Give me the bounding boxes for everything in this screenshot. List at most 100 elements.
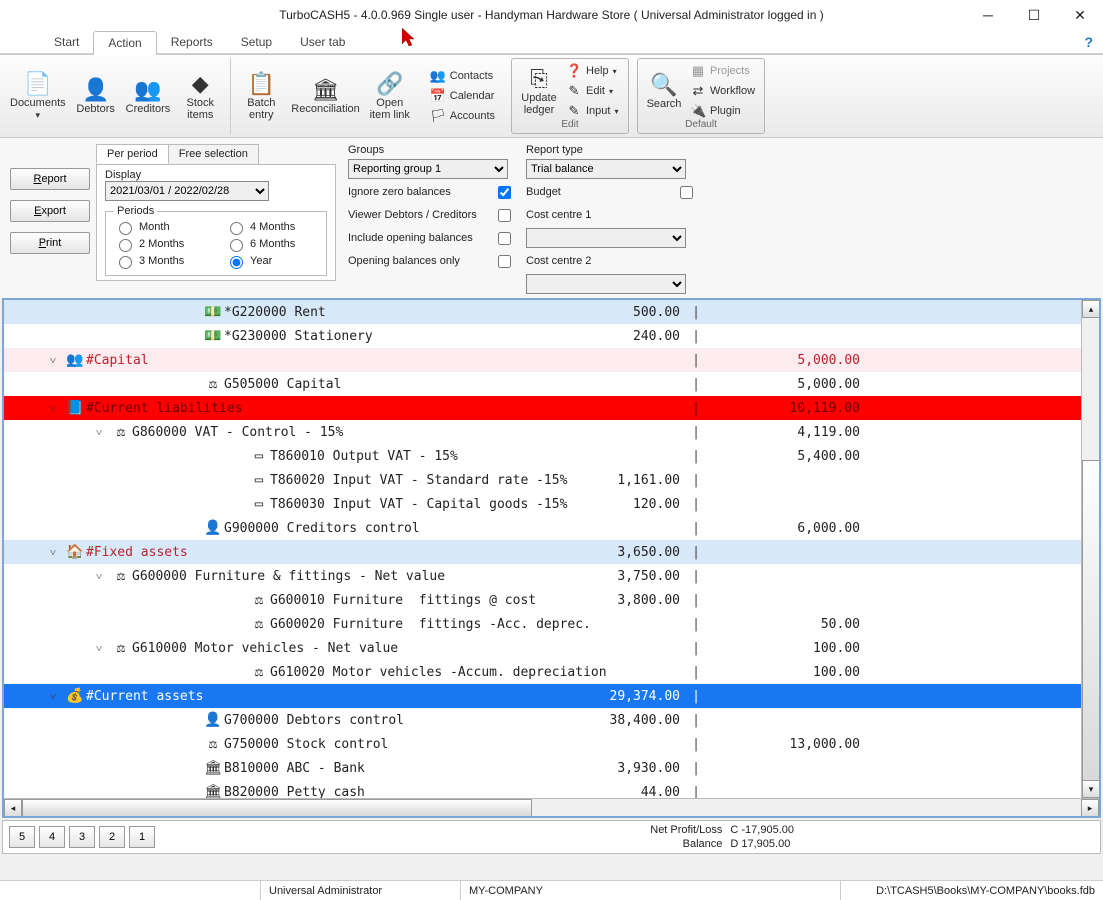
account-label: G600010 Furniture fittings @ cost: [270, 593, 536, 608]
table-row[interactable]: 👤G900000 Creditors control|6,000.00: [4, 516, 1099, 540]
table-row[interactable]: 🏛B810000 ABC - Bank3,930.00|: [4, 756, 1099, 780]
contacts-button[interactable]: 👥Contacts: [426, 66, 499, 86]
search-button[interactable]: 🔍Search: [642, 61, 686, 121]
calendar-button[interactable]: 📅Calendar: [426, 86, 499, 106]
period-3months[interactable]: 3 Months: [114, 253, 207, 269]
budget-checkbox[interactable]: [680, 186, 693, 199]
page-5-button[interactable]: 5: [9, 826, 35, 848]
report-button[interactable]: Report: [10, 168, 90, 190]
page-1-button[interactable]: 1: [129, 826, 155, 848]
scroll-right-arrow[interactable]: ▸: [1081, 799, 1099, 817]
page-2-button[interactable]: 2: [99, 826, 125, 848]
menu-action[interactable]: Action: [93, 31, 156, 55]
row-icon: 🏛: [202, 760, 224, 776]
workflow-button[interactable]: ⇄Workflow: [686, 81, 759, 101]
expand-toggle[interactable]: ˅: [42, 690, 64, 703]
accounts-button[interactable]: 🏳Accounts: [426, 106, 499, 126]
table-row[interactable]: ⚖G505000 Capital|5,000.00: [4, 372, 1099, 396]
cost-centre-1-select[interactable]: [526, 228, 686, 248]
row-icon: ⚖: [110, 640, 132, 656]
print-button[interactable]: Print: [10, 232, 90, 254]
expand-toggle[interactable]: ˅: [88, 426, 110, 439]
plugin-button[interactable]: 🔌Plugin: [686, 101, 759, 121]
include-opening-checkbox[interactable]: [498, 232, 511, 245]
period-2months[interactable]: 2 Months: [114, 236, 207, 252]
period-month[interactable]: Month: [114, 219, 207, 235]
table-row[interactable]: ˅⚖G610000 Motor vehicles - Net value|100…: [4, 636, 1099, 660]
table-row[interactable]: 👤G700000 Debtors control38,400.00|: [4, 708, 1099, 732]
period-year[interactable]: Year: [225, 253, 318, 269]
creditors-button[interactable]: 👥Creditors: [122, 58, 175, 134]
debtors-button[interactable]: 👤Debtors: [70, 58, 122, 134]
scroll-thumb-h[interactable]: [22, 799, 532, 817]
scroll-left-arrow[interactable]: ◂: [4, 799, 22, 817]
table-row[interactable]: ▭T860010 Output VAT - 15%|5,400.00: [4, 444, 1099, 468]
credit-value: 10,119.00: [706, 401, 866, 416]
expand-toggle[interactable]: ˅: [42, 402, 64, 415]
table-row[interactable]: 💵*G220000 Rent500.00|: [4, 300, 1099, 324]
report-type-select[interactable]: Trial balance: [526, 159, 686, 179]
documents-button[interactable]: 📄Documents▾: [6, 58, 70, 134]
cost-centre-2-select[interactable]: [526, 274, 686, 294]
table-row[interactable]: ⚖G600020 Furniture fittings -Acc. deprec…: [4, 612, 1099, 636]
edit-icon: ✎: [566, 83, 582, 99]
table-row[interactable]: ˅⚖G600000 Furniture & fittings - Net val…: [4, 564, 1099, 588]
export-button[interactable]: Export: [10, 200, 90, 222]
minimize-button[interactable]: ─: [965, 0, 1011, 30]
page-4-button[interactable]: 4: [39, 826, 65, 848]
table-row[interactable]: ▭T860030 Input VAT - Capital goods -15%1…: [4, 492, 1099, 516]
period-6months[interactable]: 6 Months: [225, 236, 318, 252]
table-row[interactable]: ˅⚖G860000 VAT - Control - 15%|4,119.00: [4, 420, 1099, 444]
workflow-icon: ⇄: [690, 83, 706, 99]
opening-only-checkbox[interactable]: [498, 255, 511, 268]
close-button[interactable]: ✕: [1057, 0, 1103, 30]
scroll-thumb-v[interactable]: [1082, 460, 1100, 790]
table-row[interactable]: 🏛B820000 Petty cash44.00|: [4, 780, 1099, 798]
tab-per-period[interactable]: Per period: [96, 144, 169, 164]
table-row[interactable]: ˅💰#Current assets29,374.00|: [4, 684, 1099, 708]
vertical-scrollbar[interactable]: ▴ ▾: [1081, 300, 1099, 798]
input-button[interactable]: ✎Input▾: [562, 101, 622, 121]
table-row[interactable]: ˅🏠#Fixed assets3,650.00|: [4, 540, 1099, 564]
stock-items-button[interactable]: ◆Stock items: [174, 58, 226, 134]
reconciliation-button[interactable]: 🏛Reconciliation: [287, 58, 363, 134]
table-row[interactable]: ˅📘#Current liabilities|10,119.00: [4, 396, 1099, 420]
edit-button[interactable]: ✎Edit▾: [562, 81, 622, 101]
update-ledger-button[interactable]: ⎘Update ledger: [516, 61, 562, 121]
menu-user-tab[interactable]: User tab: [286, 31, 359, 53]
filter-strip: Report Export Print Per period Free sele…: [0, 138, 1103, 298]
help-button[interactable]: ❓Help▾: [562, 61, 622, 81]
table-row[interactable]: ▭T860020 Input VAT - Standard rate -15%1…: [4, 468, 1099, 492]
ignore-zero-checkbox[interactable]: [498, 186, 511, 199]
period-4months[interactable]: 4 Months: [225, 219, 318, 235]
account-label: B820000 Petty cash: [224, 785, 365, 799]
menu-reports[interactable]: Reports: [157, 31, 227, 53]
scroll-up-arrow[interactable]: ▴: [1082, 300, 1100, 318]
projects-button[interactable]: ▦Projects: [686, 61, 759, 81]
maximize-button[interactable]: ☐: [1011, 0, 1057, 30]
table-row[interactable]: ⚖G750000 Stock control|13,000.00: [4, 732, 1099, 756]
viewer-dr-cr-checkbox[interactable]: [498, 209, 511, 222]
expand-toggle[interactable]: ˅: [88, 642, 110, 655]
menu-setup[interactable]: Setup: [227, 31, 286, 53]
expand-toggle[interactable]: ˅: [42, 354, 64, 367]
expand-toggle[interactable]: ˅: [42, 546, 64, 559]
account-label: G600000 Furniture & fittings - Net value: [132, 569, 445, 584]
table-row[interactable]: 💵*G230000 Stationery240.00|: [4, 324, 1099, 348]
expand-toggle[interactable]: ˅: [88, 570, 110, 583]
table-row[interactable]: ⚖G610020 Motor vehicles -Accum. deprecia…: [4, 660, 1099, 684]
horizontal-scrollbar[interactable]: ◂ ▸: [4, 798, 1099, 816]
scroll-down-arrow[interactable]: ▾: [1082, 780, 1100, 798]
menu-start[interactable]: Start: [40, 31, 93, 53]
display-range-select[interactable]: 2021/03/01 / 2022/02/28: [105, 181, 269, 201]
table-row[interactable]: ˅👥#Capital|5,000.00: [4, 348, 1099, 372]
debit-value: 3,930.00: [546, 761, 686, 776]
table-row[interactable]: ⚖G600010 Furniture fittings @ cost3,800.…: [4, 588, 1099, 612]
open-item-link-button[interactable]: 🔗Open item link: [364, 58, 416, 134]
tab-free-selection[interactable]: Free selection: [168, 144, 259, 164]
help-icon[interactable]: ?: [1084, 34, 1093, 50]
groups-select[interactable]: Reporting group 1: [348, 159, 508, 179]
periods-fieldset: Periods Month 4 Months 2 Months 6 Months…: [105, 205, 327, 276]
page-3-button[interactable]: 3: [69, 826, 95, 848]
batch-entry-button[interactable]: 📋Batch entry: [235, 58, 287, 134]
